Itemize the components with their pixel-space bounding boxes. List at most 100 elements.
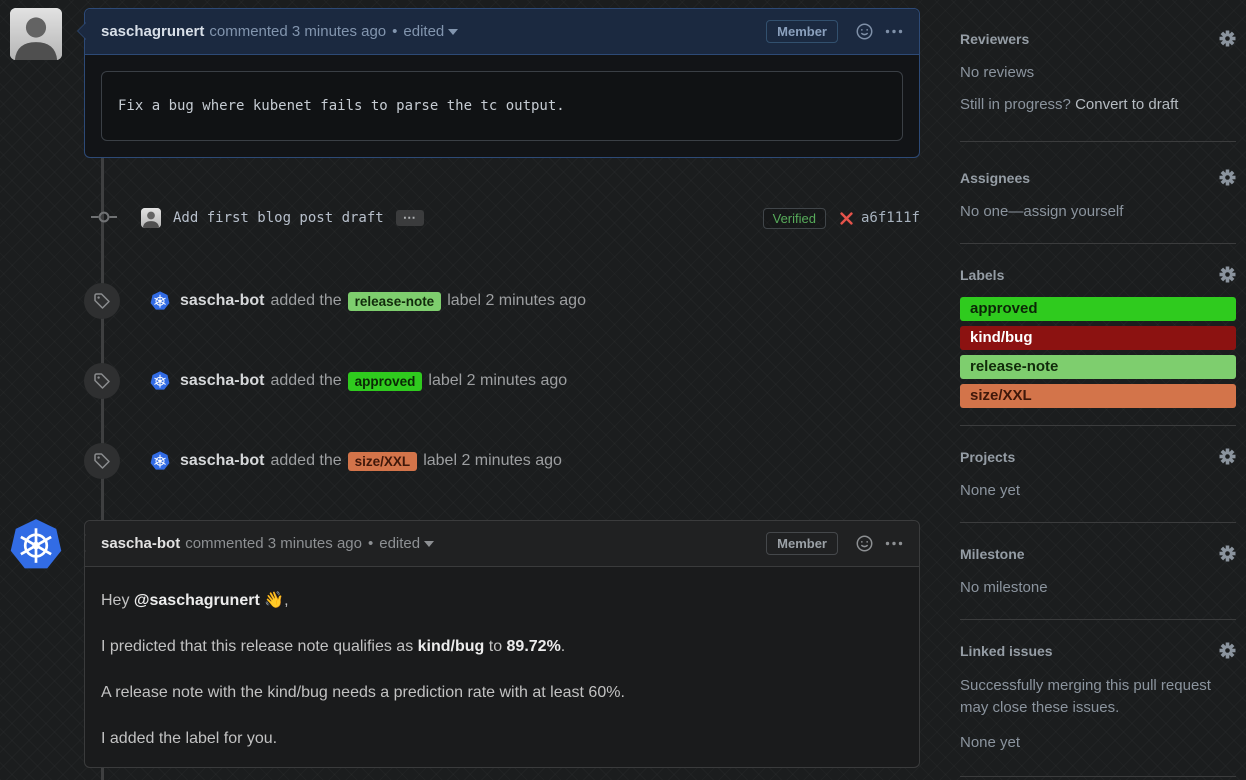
commit-message-link[interactable]: Add first blog post draft — [173, 210, 384, 226]
assignees-empty-text: No one—assign yourself — [960, 202, 1236, 222]
projects-title: Projects — [960, 449, 1015, 465]
linked-issues-title: Linked issues — [960, 643, 1053, 659]
tag-icon — [93, 372, 111, 390]
label-badge[interactable]: approved — [348, 372, 423, 391]
divider — [960, 619, 1236, 620]
bullet: • — [392, 23, 397, 40]
code-block: Fix a bug where kubenet fails to parse t… — [101, 71, 903, 141]
divider — [960, 141, 1236, 142]
projects-empty-text: None yet — [960, 481, 1236, 501]
milestone-empty-text: No milestone — [960, 578, 1236, 598]
bullet: • — [368, 535, 373, 552]
label-kind-bug[interactable]: kind/bug — [960, 326, 1236, 350]
comment-body: Hey @saschagrunert 👋, I predicted that t… — [85, 567, 919, 768]
linked-issues-section-header: Linked issues — [960, 642, 1236, 659]
comment-body: Fix a bug where kubenet fails to parse t… — [85, 55, 919, 157]
tag-icon — [93, 292, 111, 310]
divider — [960, 425, 1236, 426]
tag-icon-circle — [84, 443, 120, 479]
bot-avatar[interactable] — [150, 291, 170, 311]
member-badge: Member — [766, 20, 838, 43]
kebab-icon — [885, 29, 903, 34]
divider — [960, 522, 1236, 523]
paragraph-rule: A release note with the kind/bug needs a… — [101, 683, 903, 703]
smiley-icon — [856, 535, 873, 552]
comment-header: sascha-bot commented 3 minutes ago • edi… — [85, 521, 919, 567]
user-mention-link[interactable]: @saschagrunert — [134, 592, 260, 609]
edited-dropdown[interactable]: edited — [403, 23, 458, 40]
linked-issues-gear-icon[interactable] — [1219, 642, 1236, 659]
bot-comment: sascha-bot commented 3 minutes ago • edi… — [84, 520, 920, 768]
event-author[interactable]: sascha-bot — [180, 292, 264, 310]
emoji-reaction-button[interactable] — [856, 535, 873, 552]
assignees-gear-icon[interactable] — [1219, 169, 1236, 186]
bot-avatar[interactable] — [150, 371, 170, 391]
reviewers-hint: Still in progress? Convert to draft — [960, 95, 1236, 115]
comment-author[interactable]: saschagrunert — [101, 23, 204, 40]
tag-icon — [93, 452, 111, 470]
milestone-gear-icon[interactable] — [1219, 545, 1236, 562]
edited-dropdown[interactable]: edited — [379, 535, 434, 552]
chevron-down-icon — [424, 541, 434, 547]
commit-sha-link[interactable]: a6f111f — [861, 210, 920, 226]
label-badge[interactable]: size/XXL — [348, 452, 418, 471]
reviewers-empty-text: No reviews — [960, 63, 1236, 83]
labels-title: Labels — [960, 267, 1004, 283]
chevron-down-icon — [448, 29, 458, 35]
label-event-row: sascha-bot added the approved label 2 mi… — [84, 363, 920, 399]
projects-gear-icon[interactable] — [1219, 448, 1236, 465]
commit-event-row: Add first blog post draft ⋯ Verified a6f… — [84, 204, 920, 232]
label-badge[interactable]: release-note — [348, 292, 442, 311]
pr-description-comment: saschagrunert commented 3 minutes ago • … — [84, 8, 920, 158]
event-action: added the — [270, 452, 341, 470]
label-size-xxl[interactable]: size/XXL — [960, 384, 1236, 408]
labels-gear-icon[interactable] — [1219, 266, 1236, 283]
linked-issues-empty-text: None yet — [960, 733, 1236, 753]
milestone-title: Milestone — [960, 546, 1025, 562]
projects-section-header: Projects — [960, 448, 1236, 465]
reviewers-gear-icon[interactable] — [1219, 30, 1236, 47]
label-event-row: sascha-bot added the size/XXL label 2 mi… — [84, 443, 920, 479]
pr-conversation-page: saschagrunert commented 3 minutes ago • … — [0, 0, 1246, 780]
event-action: added the — [270, 292, 341, 310]
assign-yourself-link[interactable]: assign yourself — [1023, 203, 1123, 220]
bot-avatar-large[interactable] — [9, 518, 63, 572]
kebab-menu-button[interactable] — [885, 541, 903, 546]
labels-list: approved kind/bug release-note size/XXL — [960, 297, 1236, 408]
avatar[interactable] — [141, 208, 161, 228]
kebab-icon — [885, 541, 903, 546]
event-author[interactable]: sascha-bot — [180, 452, 264, 470]
status-failed-x-icon[interactable] — [840, 212, 853, 225]
paragraph-greeting: Hey @saschagrunert 👋, — [101, 591, 903, 611]
divider — [960, 776, 1236, 777]
emoji-reaction-button[interactable] — [856, 23, 873, 40]
label-approved[interactable]: approved — [960, 297, 1236, 321]
avatar[interactable] — [10, 8, 62, 60]
verified-badge[interactable]: Verified — [763, 208, 826, 229]
assignees-title: Assignees — [960, 170, 1030, 186]
comment-meta: commented 3 minutes ago — [185, 535, 362, 552]
sidebar: Reviewers No reviews Still in progress? … — [960, 0, 1236, 777]
tag-icon-circle — [84, 363, 120, 399]
reviewers-section-header: Reviewers — [960, 30, 1236, 47]
labels-section-header: Labels — [960, 266, 1236, 283]
milestone-section-header: Milestone — [960, 545, 1236, 562]
git-commit-icon — [91, 210, 117, 227]
reviewers-title: Reviewers — [960, 31, 1029, 47]
comment-author[interactable]: sascha-bot — [101, 535, 180, 552]
commit-expander-button[interactable]: ⋯ — [396, 210, 424, 226]
smiley-icon — [856, 23, 873, 40]
comment-header: saschagrunert commented 3 minutes ago • … — [85, 9, 919, 55]
event-suffix: label 2 minutes ago — [428, 372, 567, 390]
kebab-menu-button[interactable] — [885, 29, 903, 34]
label-release-note[interactable]: release-note — [960, 355, 1236, 379]
event-author[interactable]: sascha-bot — [180, 372, 264, 390]
divider — [960, 243, 1236, 244]
paragraph-prediction: I predicted that this release note quali… — [101, 637, 903, 657]
comment-meta: commented 3 minutes ago — [209, 23, 386, 40]
bot-avatar[interactable] — [150, 451, 170, 471]
tag-icon-circle — [84, 283, 120, 319]
convert-to-draft-link[interactable]: Convert to draft — [1075, 96, 1178, 113]
label-event-row: sascha-bot added the release-note label … — [84, 283, 920, 319]
assignees-section-header: Assignees — [960, 169, 1236, 186]
